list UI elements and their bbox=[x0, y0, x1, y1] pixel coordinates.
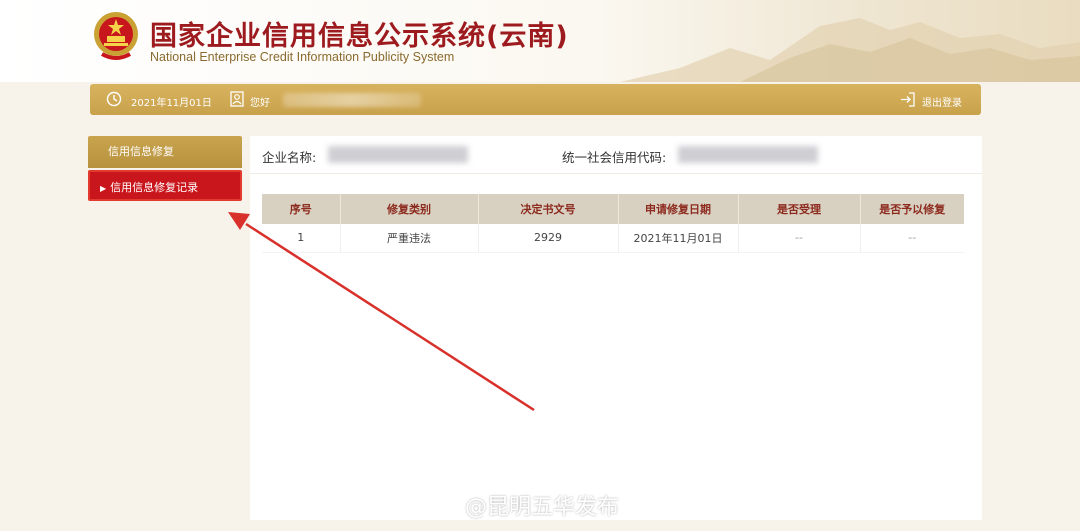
main-panel: 企业名称: 统一社会信用代码: 序号 修复类别 决定书文号 申请修复日期 是否受… bbox=[250, 136, 982, 520]
current-date: 2021年11月01日 bbox=[131, 98, 212, 109]
redacted-username bbox=[283, 93, 421, 107]
national-emblem-icon bbox=[94, 12, 138, 60]
table-cell: 严重违法 bbox=[340, 224, 479, 253]
clock-icon bbox=[106, 91, 122, 107]
greeting-text: 您好 bbox=[250, 98, 270, 109]
triangle-right-icon: ▶ bbox=[100, 184, 107, 193]
column-header: 是否予以修复 bbox=[860, 194, 964, 224]
column-header: 修复类别 bbox=[340, 194, 479, 224]
company-name-label: 企业名称: bbox=[262, 150, 317, 165]
column-header: 是否受理 bbox=[738, 194, 861, 224]
table-cell: 1 bbox=[262, 224, 341, 253]
credit-code-label: 统一社会信用代码: bbox=[562, 150, 667, 165]
sidebar-item-label: 信用信息修复记录 bbox=[110, 181, 199, 194]
top-bar: 2021年11月01日 您好 退出登录 bbox=[90, 84, 981, 115]
table-cell: -- bbox=[738, 224, 861, 253]
user-icon bbox=[230, 91, 244, 107]
repair-records-table: 序号 修复类别 决定书文号 申请修复日期 是否受理 是否予以修复 1 严重违法 … bbox=[262, 194, 964, 253]
company-info-row: 企业名称: 统一社会信用代码: bbox=[250, 136, 982, 174]
table-header-row: 序号 修复类别 决定书文号 申请修复日期 是否受理 是否予以修复 bbox=[262, 194, 964, 224]
weibo-watermark: @昆明五华发布 bbox=[420, 489, 620, 520]
logout-icon[interactable] bbox=[900, 92, 915, 107]
sidebar: 信用信息修复 ▶ 信用信息修复记录 bbox=[88, 136, 242, 201]
site-subtitle-en: National Enterprise Credit Information P… bbox=[150, 50, 455, 64]
redacted-company-name bbox=[328, 146, 468, 163]
table-cell: -- bbox=[860, 224, 964, 253]
column-header: 序号 bbox=[262, 194, 341, 224]
sidebar-section-title: 信用信息修复 bbox=[88, 136, 242, 168]
table-cell: 2021年11月01日 bbox=[618, 224, 739, 253]
watermark-text: @昆明五华发布 bbox=[465, 495, 620, 520]
sidebar-item-repair-records[interactable]: ▶ 信用信息修复记录 bbox=[88, 170, 242, 201]
redacted-credit-code bbox=[678, 146, 818, 163]
table-cell: 2929 bbox=[478, 224, 619, 253]
mountain-decoration bbox=[620, 18, 1080, 82]
site-header: 国家企业信用信息公示系统(云南) National Enterprise Cre… bbox=[0, 0, 1080, 82]
column-header: 申请修复日期 bbox=[618, 194, 739, 224]
weibo-icon bbox=[422, 495, 456, 518]
site-title: 国家企业信用信息公示系统(云南) bbox=[150, 21, 569, 52]
column-header: 决定书文号 bbox=[478, 194, 619, 224]
table-row: 1 严重违法 2929 2021年11月01日 -- -- bbox=[262, 224, 964, 253]
logout-link[interactable]: 退出登录 bbox=[922, 94, 962, 109]
